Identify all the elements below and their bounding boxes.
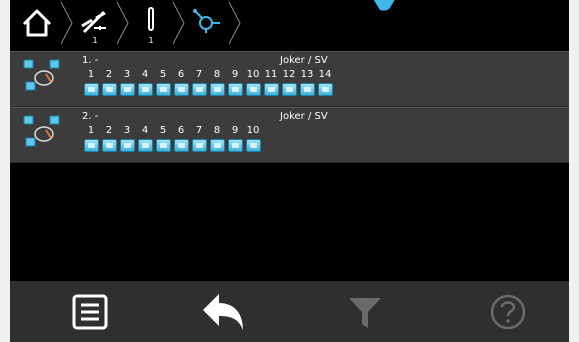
breadcrumb-sensor[interactable]: 1	[128, 0, 185, 46]
group-devices-icon	[23, 59, 60, 91]
help-icon	[490, 294, 526, 329]
device-number: 2	[105, 125, 113, 136]
back-button[interactable]	[165, 281, 285, 342]
filter-button[interactable]	[305, 281, 425, 342]
device-icon	[210, 83, 225, 96]
device-icon	[228, 139, 243, 152]
device-number: 10	[246, 69, 260, 80]
breadcrumb-disconnect-count: 1	[92, 36, 98, 45]
device-number: 4	[141, 125, 149, 136]
device-number: 7	[195, 69, 203, 80]
device-icon	[84, 83, 99, 96]
accent-shape	[373, 0, 395, 11]
device-icon	[102, 139, 117, 152]
list-item[interactable]: 2. - Joker / SV 1 2 3 4 5 6 7 8 9 10	[10, 107, 569, 163]
device-number: 7	[195, 125, 203, 136]
group-title: 2. -	[82, 111, 99, 122]
device-icon	[228, 83, 243, 96]
filter-icon	[349, 297, 381, 328]
device-icon	[246, 139, 261, 152]
device-number: 3	[123, 69, 131, 80]
group-owner: Joker / SV	[280, 55, 328, 66]
chevron-right-icon	[228, 1, 241, 45]
breadcrumb-home[interactable]	[16, 0, 73, 46]
device-number: 9	[231, 69, 239, 80]
group-title: 1. -	[82, 55, 99, 66]
device-number: 8	[213, 69, 221, 80]
device-icon	[84, 139, 99, 152]
device-icon	[192, 139, 207, 152]
device-number: 6	[177, 125, 185, 136]
group-owner: Joker / SV	[280, 111, 328, 122]
device-icon	[102, 83, 117, 96]
device-number: 3	[123, 125, 131, 136]
list-icon	[72, 294, 108, 329]
home-icon	[22, 9, 52, 37]
breadcrumb-disconnect[interactable]: 1	[72, 0, 129, 46]
device-icon	[156, 139, 171, 152]
back-arrow-icon	[203, 293, 243, 330]
device-icon	[246, 83, 261, 96]
bottom-toolbar	[10, 281, 569, 342]
group-devices-icon	[23, 115, 60, 147]
device-number: 11	[264, 69, 278, 80]
device-number: 4	[141, 69, 149, 80]
device-number: 1	[87, 69, 95, 80]
device-number: 8	[213, 125, 221, 136]
device-icon	[138, 83, 153, 96]
device-number: 5	[159, 69, 167, 80]
device-number: 1	[87, 125, 95, 136]
device-number: 6	[177, 69, 185, 80]
list-item[interactable]: 1. - Joker / SV 1 2 3 4 5 6 7 8 9 10 11 …	[10, 51, 569, 107]
device-icon	[210, 139, 225, 152]
device-number: 13	[300, 69, 314, 80]
device-icon	[192, 83, 207, 96]
breadcrumb: 1 1	[10, 0, 569, 50]
help-button[interactable]	[448, 281, 568, 342]
device-icon	[120, 83, 135, 96]
device-number: 9	[231, 125, 239, 136]
main-screen: 1 1 1. - Joker / SV 1 2 3 4 5 6 7 8 9 10…	[10, 0, 569, 342]
breadcrumb-sensor-count: 1	[148, 36, 154, 45]
device-icon	[156, 83, 171, 96]
breadcrumb-network[interactable]	[184, 0, 241, 46]
device-number: 10	[246, 125, 260, 136]
device-number: 14	[318, 69, 332, 80]
device-icon	[300, 83, 315, 96]
device-number: 5	[159, 125, 167, 136]
device-icon	[174, 139, 189, 152]
device-icon	[318, 83, 333, 96]
right-border	[569, 0, 579, 342]
device-number: 2	[105, 69, 113, 80]
device-icon	[138, 139, 153, 152]
device-icon	[282, 83, 297, 96]
left-border	[0, 0, 10, 342]
device-icon	[174, 83, 189, 96]
device-icon	[120, 139, 135, 152]
network-node-icon	[193, 9, 220, 33]
device-number: 12	[282, 69, 296, 80]
device-icon	[264, 83, 279, 96]
list-button[interactable]	[30, 281, 150, 342]
